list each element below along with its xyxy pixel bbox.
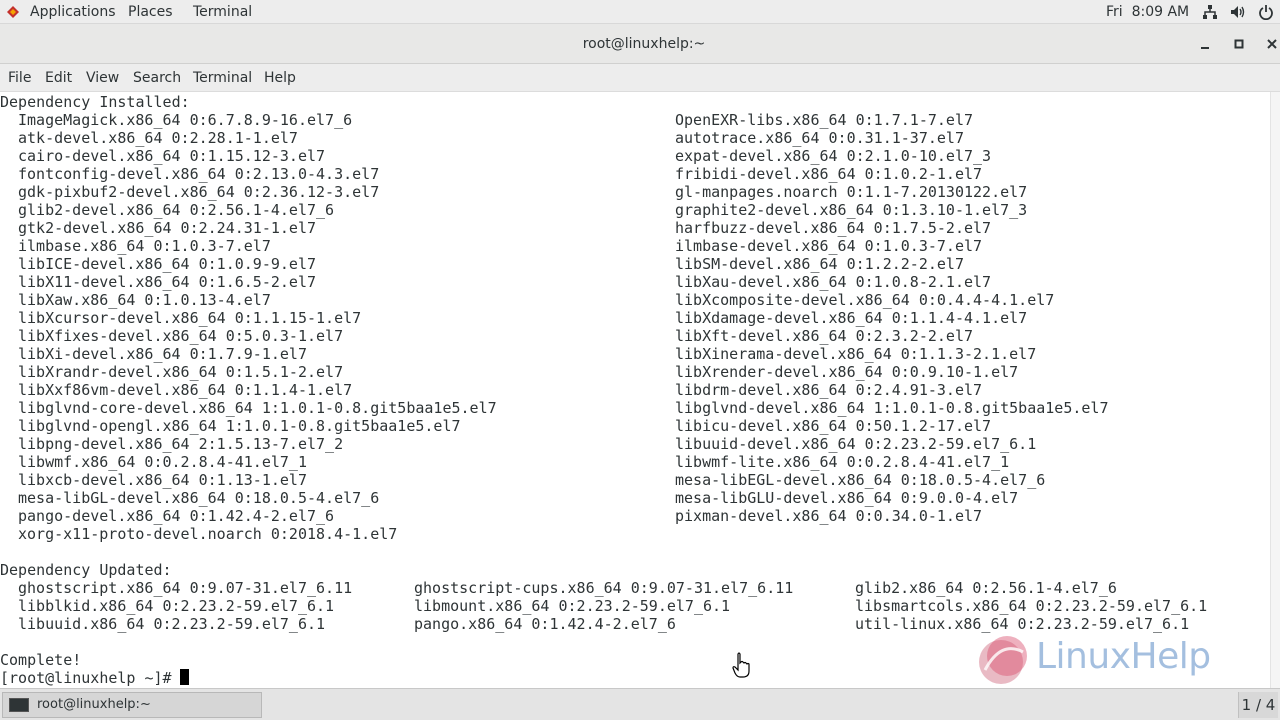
top-bar: Applications Places Terminal Fri 8:09 AM [0,0,1280,24]
installed-package: pango-devel.x86_64 0:1.42.4-2.el7_6 [18,507,335,525]
installed-package: libXfixes-devel.x86_64 0:5.0.3-1.el7 [18,327,344,345]
installed-package: glib2-devel.x86_64 0:2.56.1-4.el7_6 [18,201,335,219]
installed-package: libuuid-devel.x86_64 0:2.23.2-59.el7_6.1 [675,435,1037,453]
installed-package: libglvnd-core-devel.x86_64 1:1.0.1-0.8.g… [18,399,497,417]
installed-package: libX11-devel.x86_64 0:1.6.5-2.el7 [18,273,317,291]
installed-package: libXrandr-devel.x86_64 0:1.5.1-2.el7 [18,363,344,381]
close-icon[interactable] [1264,36,1280,52]
installed-package: atk-devel.x86_64 0:2.28.1-1.el7 [18,129,298,147]
installed-package: mesa-libEGL-devel.x86_64 0:18.0.5-4.el7_… [675,471,1046,489]
installed-package: libdrm-devel.x86_64 0:2.4.91-3.el7 [675,381,983,399]
installed-package: libXrender-devel.x86_64 0:0.9.10-1.el7 [675,363,1019,381]
menu-file[interactable]: File [8,69,31,87]
installed-package: libwmf-lite.x86_64 0:0.2.8.4-41.el7_1 [675,453,1010,471]
places-menu[interactable]: Places [128,3,173,21]
window-title: root@linuxhelp:~ [582,36,706,52]
shell-prompt: [root@linuxhelp ~]# [0,669,172,687]
installed-package: pixman-devel.x86_64 0:0.34.0-1.el7 [675,507,983,525]
installed-package: libwmf.x86_64 0:0.2.8.4-41.el7_1 [18,453,307,471]
installed-package: mesa-libGLU-devel.x86_64 0:9.0.0-4.el7 [675,489,1019,507]
installed-package: libpng-devel.x86_64 2:1.5.13-7.el7_2 [18,435,344,453]
installed-package: fontconfig-devel.x86_64 0:2.13.0-4.3.el7 [18,165,380,183]
installed-package: libxcb-devel.x86_64 0:1.13-1.el7 [18,471,307,489]
window-list-bar: root@linuxhelp:~ 1 / 4 [0,688,1280,720]
hand-pointer-icon [732,652,750,678]
minimize-icon[interactable] [1197,36,1213,52]
installed-package: ilmbase.x86_64 0:1.0.3-7.el7 [18,237,271,255]
installed-package: graphite2-devel.x86_64 0:1.3.10-1.el7_3 [675,201,1028,219]
menu-search[interactable]: Search [133,69,181,87]
installed-package: harfbuzz-devel.x86_64 0:1.7.5-2.el7 [675,219,992,237]
installed-package: libXcursor-devel.x86_64 0:1.1.15-1.el7 [18,309,362,327]
terminal-scrollbar[interactable] [1270,92,1280,688]
installed-package: libICE-devel.x86_64 0:1.0.9-9.el7 [18,255,317,273]
installed-package: libXft-devel.x86_64 0:2.3.2-2.el7 [675,327,974,345]
installed-package: cairo-devel.x86_64 0:1.15.12-3.el7 [18,147,326,165]
linuxhelp-logo-icon [979,636,1027,684]
applications-icon[interactable] [6,5,20,19]
installed-package: libicu-devel.x86_64 0:50.1.2-17.el7 [675,417,992,435]
installed-package: OpenEXR-libs.x86_64 0:1.7.1-7.el7 [675,111,974,129]
installed-package: libXau-devel.x86_64 0:1.0.8-2.1.el7 [675,273,992,291]
installed-package: gl-manpages.noarch 0:1.1-7.20130122.el7 [675,183,1028,201]
dependency-installed-header: Dependency Installed: [0,93,190,111]
installed-package: mesa-libGL-devel.x86_64 0:18.0.5-4.el7_6 [18,489,380,507]
taskbar-item-terminal[interactable]: root@linuxhelp:~ [2,692,262,718]
updated-package: libsmartcols.x86_64 0:2.23.2-59.el7_6.1 [855,597,1208,615]
updated-package: libblkid.x86_64 0:2.23.2-59.el7_6.1 [18,597,335,615]
updated-package: glib2.x86_64 0:2.56.1-4.el7_6 [855,579,1117,597]
installed-package: libXxf86vm-devel.x86_64 0:1.1.4-1.el7 [18,381,353,399]
installed-package: libXdamage-devel.x86_64 0:1.1.4-4.1.el7 [675,309,1028,327]
terminal-icon [9,698,29,712]
terminal-cursor [180,669,189,685]
installed-package: libglvnd-opengl.x86_64 1:1.0.1-0.8.git5b… [18,417,461,435]
installed-package: ImageMagick.x86_64 0:6.7.8.9-16.el7_6 [18,111,353,129]
installed-package: libXaw.x86_64 0:1.0.13-4.el7 [18,291,271,309]
installed-package: gdk-pixbuf2-devel.x86_64 0:2.36.12-3.el7 [18,183,380,201]
installed-package: gtk2-devel.x86_64 0:2.24.31-1.el7 [18,219,317,237]
linuxhelp-watermark: LinuxHelp [1036,636,1211,677]
installed-package: libSM-devel.x86_64 0:1.2.2-2.el7 [675,255,964,273]
applications-menu[interactable]: Applications [30,3,116,21]
clock[interactable]: Fri 8:09 AM [1106,3,1189,21]
updated-package: ghostscript.x86_64 0:9.07-31.el7_6.11 [18,579,353,597]
window-titlebar[interactable]: root@linuxhelp:~ [0,24,1280,64]
complete-message: Complete! [0,651,82,669]
menu-view[interactable]: View [86,69,119,87]
power-icon[interactable] [1258,4,1274,20]
menu-terminal[interactable]: Terminal [193,69,252,87]
installed-package: libXinerama-devel.x86_64 0:1.1.3-2.1.el7 [675,345,1037,363]
installed-package: expat-devel.x86_64 0:2.1.0-10.el7_3 [675,147,992,165]
volume-icon[interactable] [1230,4,1246,20]
menu-edit[interactable]: Edit [45,69,72,87]
maximize-icon[interactable] [1231,36,1247,52]
terminal-app-menu[interactable]: Terminal [193,3,252,21]
installed-package: libglvnd-devel.x86_64 1:1.0.1-0.8.git5ba… [675,399,1109,417]
menu-help[interactable]: Help [264,69,296,87]
installed-package: xorg-x11-proto-devel.noarch 0:2018.4-1.e… [18,525,398,543]
network-icon[interactable] [1202,4,1218,20]
updated-package: libmount.x86_64 0:2.23.2-59.el7_6.1 [414,597,731,615]
menu-bar: File Edit View Search Terminal Help [0,64,1280,92]
installed-package: autotrace.x86_64 0:0.31.1-37.el7 [675,129,964,147]
installed-package: fribidi-devel.x86_64 0:1.0.2-1.el7 [675,165,983,183]
taskbar-item-label: root@linuxhelp:~ [37,697,151,712]
workspace-indicator[interactable]: 1 / 4 [1238,692,1278,718]
updated-package: libuuid.x86_64 0:2.23.2-59.el7_6.1 [18,615,326,633]
installed-package: libXcomposite-devel.x86_64 0:0.4.4-4.1.e… [675,291,1055,309]
dependency-updated-header: Dependency Updated: [0,561,172,579]
updated-package: pango.x86_64 0:1.42.4-2.el7_6 [414,615,676,633]
installed-package: libXi-devel.x86_64 0:1.7.9-1.el7 [18,345,307,363]
updated-package: ghostscript-cups.x86_64 0:9.07-31.el7_6.… [414,579,794,597]
installed-package: ilmbase-devel.x86_64 0:1.0.3-7.el7 [675,237,983,255]
